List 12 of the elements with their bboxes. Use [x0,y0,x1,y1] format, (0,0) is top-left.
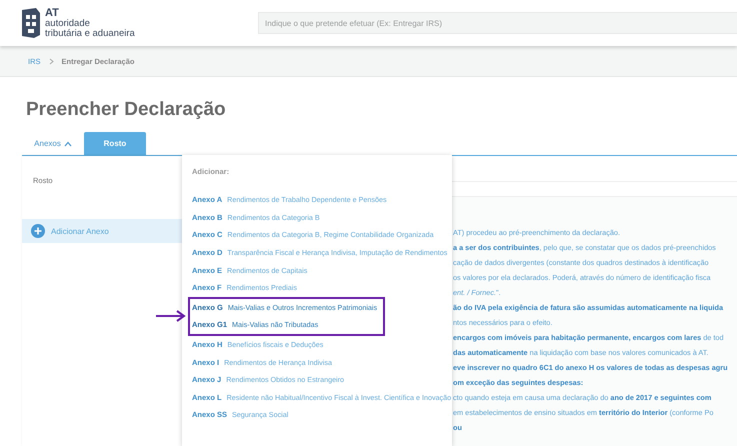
logo-icon [20,7,42,39]
logo-title: AT [45,8,60,19]
search-field[interactable]: Indique o que pretende efetuar (Ex: Entregar IRS) [258,12,737,34]
page-title: Preencher Declaração [26,99,227,122]
logo-text: tributária e aduaneira [45,28,135,38]
arrow-icon [156,310,186,322]
caret-icon [64,140,72,146]
logo-text: autoridade [45,19,91,28]
plus-icon [31,224,45,238]
chevron-icon [48,58,54,64]
add-annex-button[interactable]: Adicionar Anexo [22,219,182,243]
tab[interactable]: Rosto [84,132,146,155]
